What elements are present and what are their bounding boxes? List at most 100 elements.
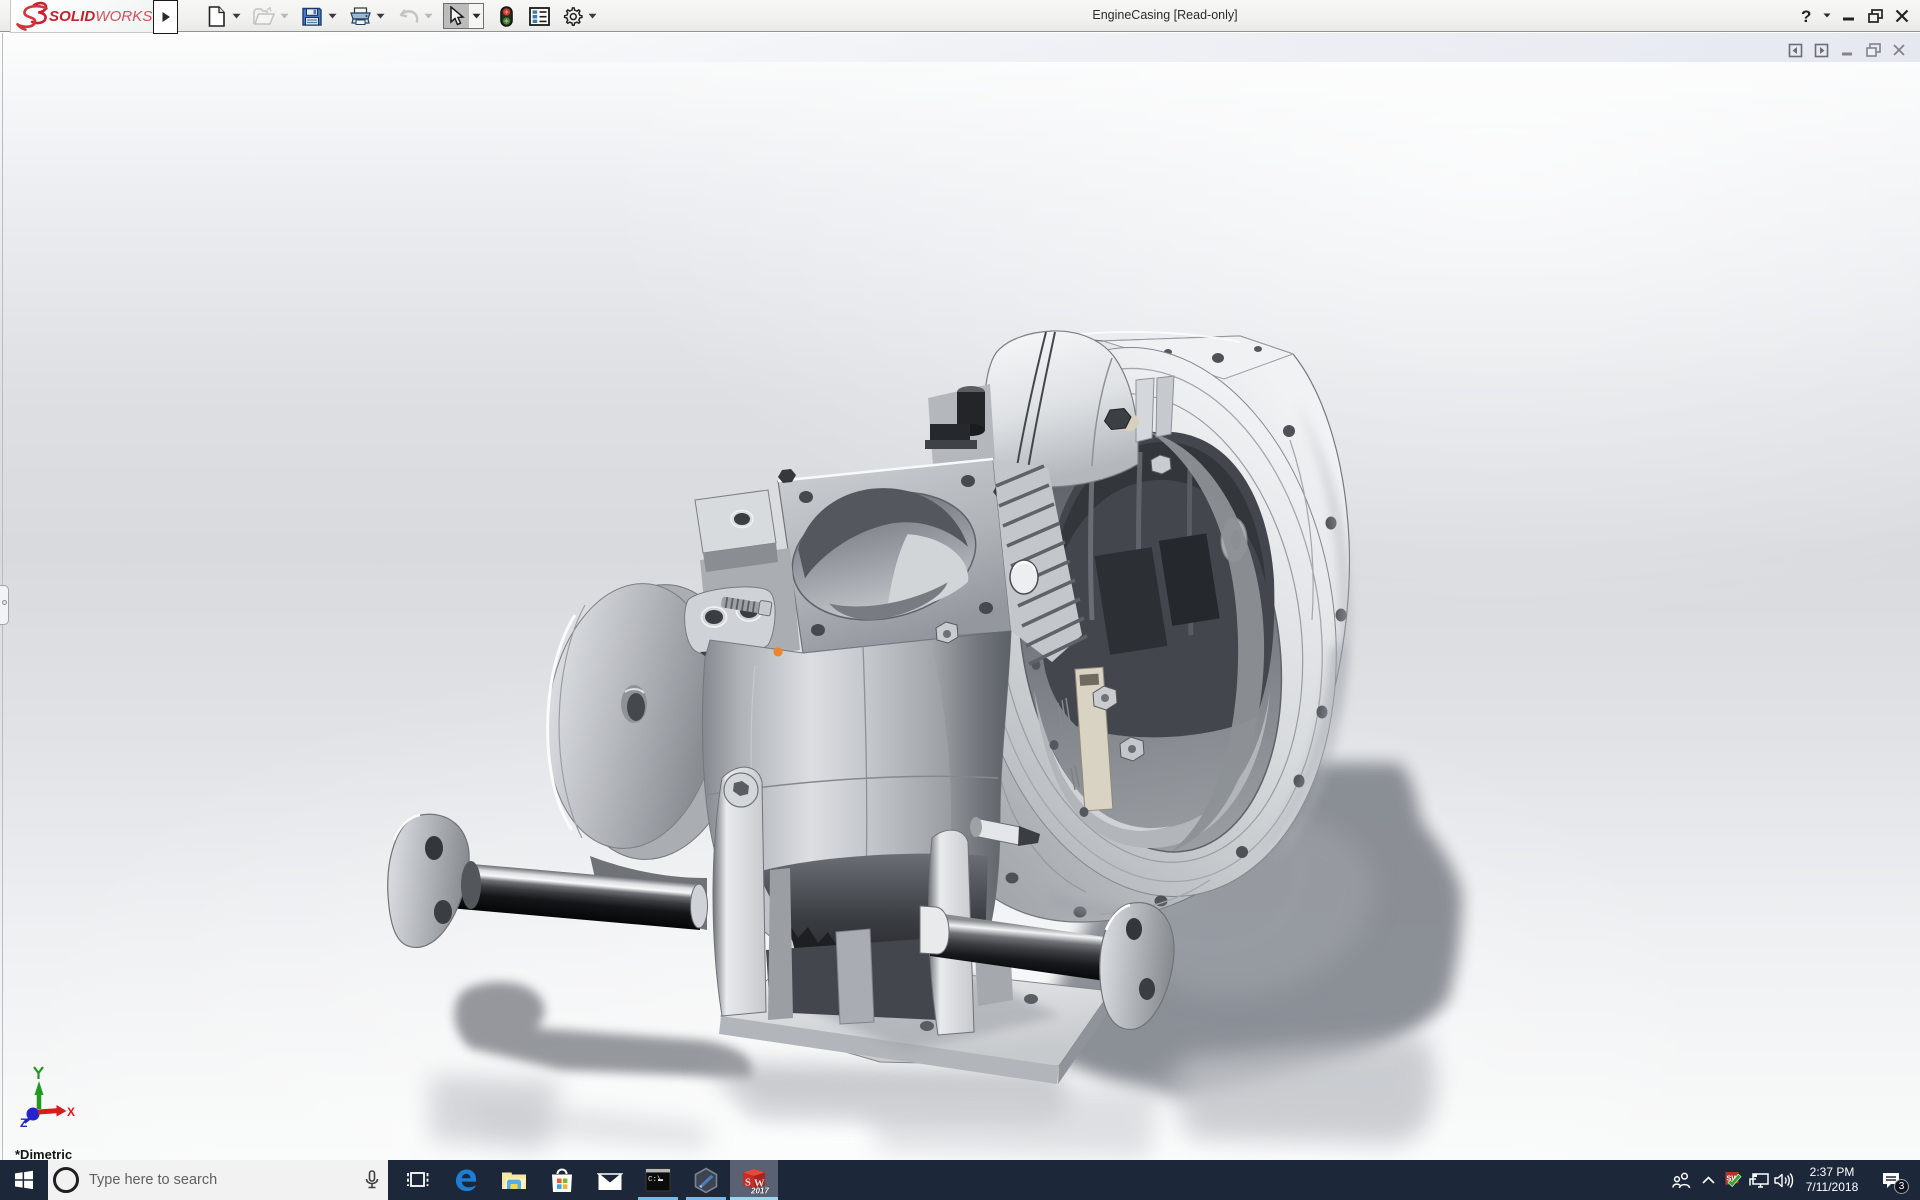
close-button[interactable]: [1889, 3, 1914, 29]
doc-minimize-button[interactable]: [1834, 41, 1860, 59]
edge-button[interactable]: [442, 1160, 490, 1200]
print-caret[interactable]: [373, 3, 388, 29]
triad-x-label: X: [67, 1105, 75, 1119]
search-input[interactable]: [89, 1172, 339, 1188]
sw-year-label: 2017: [750, 1187, 769, 1196]
file-explorer-button[interactable]: [490, 1160, 538, 1200]
ds-3s-mark-icon: [16, 1, 48, 31]
menu-flyout-button[interactable]: [153, 0, 178, 34]
undo-button[interactable]: [395, 3, 421, 29]
save-button[interactable]: [299, 3, 325, 29]
volume-button[interactable]: [1771, 1160, 1796, 1200]
restore-button[interactable]: [1861, 3, 1889, 29]
select-cursor-icon: [450, 6, 465, 26]
task-view-icon: [407, 1172, 429, 1187]
carb-flange: [777, 457, 1012, 654]
edrawings-icon: [694, 1167, 718, 1193]
people-icon: [1671, 1172, 1690, 1188]
mail-icon: [597, 1172, 623, 1190]
taskbar-clock[interactable]: 2:37 PM 7/11/2018: [1796, 1160, 1868, 1200]
network-icon: [1748, 1172, 1769, 1188]
task-view-button[interactable]: [394, 1160, 442, 1200]
edrawings-button[interactable]: [682, 1160, 730, 1200]
minimize-icon: [1841, 52, 1852, 55]
system-tray: SW 2:37 PM 7/11/2018 3: [1666, 1160, 1920, 1200]
tray-overflow-button[interactable]: [1696, 1160, 1721, 1200]
save-caret[interactable]: [325, 3, 340, 29]
minimize-icon: [1842, 17, 1854, 21]
windows-taskbar: C:\ S W: [0, 1160, 1920, 1200]
close-icon: [1895, 9, 1908, 22]
undo-caret[interactable]: [421, 3, 436, 29]
dock-right-button[interactable]: [1808, 41, 1834, 59]
caret-down-icon: [376, 13, 385, 19]
sw-monitor-icon: SW: [1725, 1171, 1742, 1187]
clock-time: 2:37 PM: [1809, 1165, 1855, 1179]
dock-right-icon: [1814, 43, 1828, 57]
notification-badge: 3: [1894, 1179, 1909, 1194]
window-title: EngineCasing [Read-only]: [1092, 8, 1238, 22]
caret-down-icon: [424, 13, 433, 19]
network-button[interactable]: [1746, 1160, 1771, 1200]
solidworks-app-icon: S W 2017: [743, 1169, 769, 1196]
taskbar-apps: C:\ S W 2017: [394, 1160, 778, 1200]
new-document-button[interactable]: [203, 3, 229, 29]
help-icon: ?: [1801, 7, 1811, 26]
caret-down-icon: [472, 13, 480, 19]
caret-down-icon: [328, 13, 337, 19]
solidworks-logo[interactable]: SOLIDWORKS: [10, 0, 154, 33]
mail-button[interactable]: [586, 1160, 634, 1200]
start-button[interactable]: [0, 1160, 48, 1200]
new-document-caret[interactable]: [229, 3, 244, 29]
select-caret[interactable]: [469, 4, 483, 28]
graphics-viewport[interactable]: X Z *Dimetric: [0, 33, 1920, 1162]
command-prompt-button[interactable]: C:\: [634, 1160, 682, 1200]
open-folder-icon: [253, 6, 275, 25]
minimize-button[interactable]: [1835, 3, 1861, 29]
open-caret[interactable]: [277, 3, 292, 29]
open-button[interactable]: [251, 3, 277, 29]
traffic-light-icon: [499, 5, 513, 27]
caret-down-icon: [588, 13, 597, 19]
dock-left-button[interactable]: [1782, 41, 1808, 59]
triad-y-label: [33, 1066, 44, 1079]
microphone-icon[interactable]: [364, 1170, 380, 1190]
triad-z-label: Z: [20, 1116, 27, 1130]
restore-icon: [1867, 8, 1883, 23]
svg-text:?: ?: [1801, 7, 1811, 26]
window-controls: ?: [1793, 0, 1914, 31]
print-icon: [349, 6, 371, 25]
new-document-icon: [208, 5, 225, 27]
solidworks-button[interactable]: S W 2017: [730, 1160, 778, 1200]
store-button[interactable]: [538, 1160, 586, 1200]
annotation-marker[interactable]: [773, 647, 783, 657]
cortana-icon: [53, 1167, 79, 1193]
quick-access-toolbar: [203, 2, 600, 30]
screen: SOLIDWORKS EngineCasing [Read-only] ? X …: [0, 0, 1920, 1200]
file-explorer-icon: [502, 1172, 526, 1189]
settings-caret[interactable]: [585, 3, 600, 29]
print-button[interactable]: [347, 3, 373, 29]
settings-button[interactable]: [559, 3, 585, 29]
help-button[interactable]: ?: [1793, 3, 1818, 29]
command-prompt-icon: C:\: [645, 1168, 671, 1192]
clock-date: 7/11/2018: [1805, 1180, 1859, 1194]
action-center-button[interactable]: 3: [1868, 1160, 1914, 1200]
help-caret[interactable]: [1818, 3, 1835, 29]
doc-close-button[interactable]: [1886, 41, 1912, 59]
save-floppy-icon: [302, 7, 322, 26]
select-tool-button[interactable]: [444, 4, 469, 28]
logo-works: WORKS: [95, 8, 152, 25]
taskbar-search[interactable]: [48, 1160, 388, 1200]
flyout-arrow-icon: [162, 12, 170, 22]
engine-casing-model[interactable]: [0, 33, 1920, 1160]
options-list-button[interactable]: [526, 3, 552, 29]
sw-resource-monitor[interactable]: SW: [1721, 1160, 1746, 1200]
close-icon: [1893, 44, 1905, 56]
doc-restore-button[interactable]: [1860, 41, 1886, 59]
svg-text:SOLIDWORKS: SOLIDWORKS: [49, 8, 153, 25]
store-icon: [552, 1168, 572, 1192]
xpress-products-button[interactable]: [493, 3, 519, 29]
options-list-icon: [528, 6, 550, 26]
people-button[interactable]: [1666, 1160, 1696, 1200]
